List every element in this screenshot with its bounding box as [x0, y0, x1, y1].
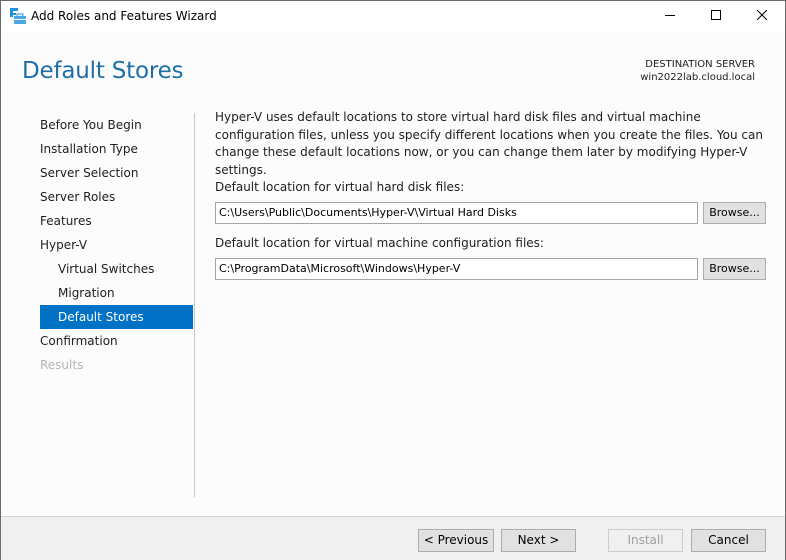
- maximize-icon: [711, 9, 721, 23]
- vhd-location-input[interactable]: C:\Users\Public\Documents\Hyper-V\Virtua…: [215, 202, 698, 224]
- vm-config-browse-button[interactable]: Browse...: [703, 258, 766, 280]
- nav-divider: [194, 113, 195, 497]
- nav-item-virtual-switches[interactable]: Virtual Switches: [40, 257, 193, 281]
- window-title: Add Roles and Features Wizard: [31, 9, 217, 23]
- wizard-nav: Before You Begin Installation Type Serve…: [40, 113, 193, 377]
- maximize-button[interactable]: [693, 1, 739, 31]
- wizard-window: Add Roles and Features Wizard Default St…: [0, 0, 786, 560]
- destination-server-info: DESTINATION SERVER win2022lab.cloud.loca…: [640, 58, 755, 84]
- minimize-button[interactable]: [647, 1, 693, 31]
- nav-item-server-roles[interactable]: Server Roles: [40, 185, 193, 209]
- server-manager-icon: [10, 8, 26, 24]
- nav-item-server-selection[interactable]: Server Selection: [40, 161, 193, 185]
- cancel-button[interactable]: Cancel: [691, 529, 766, 552]
- nav-item-installation-type[interactable]: Installation Type: [40, 137, 193, 161]
- title-bar[interactable]: Add Roles and Features Wizard: [1, 1, 785, 31]
- description-text: Hyper-V uses default locations to store …: [215, 110, 763, 177]
- nav-item-hyper-v[interactable]: Hyper-V: [40, 233, 193, 257]
- minimize-icon: [665, 9, 675, 23]
- vm-config-location-input[interactable]: C:\ProgramData\Microsoft\Windows\Hyper-V: [215, 258, 698, 280]
- nav-item-confirmation[interactable]: Confirmation: [40, 329, 193, 353]
- nav-item-migration[interactable]: Migration: [40, 281, 193, 305]
- destination-server-name: win2022lab.cloud.local: [640, 72, 755, 83]
- vhd-browse-button[interactable]: Browse...: [703, 202, 766, 224]
- previous-button[interactable]: < Previous: [418, 529, 494, 552]
- next-button[interactable]: Next >: [501, 529, 576, 552]
- vhd-location-label: Default location for virtual hard disk f…: [215, 180, 465, 194]
- destination-label: DESTINATION SERVER: [645, 59, 755, 70]
- nav-item-features[interactable]: Features: [40, 209, 193, 233]
- close-button[interactable]: [739, 1, 785, 31]
- close-icon: [756, 9, 768, 23]
- install-button: Install: [608, 529, 683, 552]
- page-title: Default Stores: [22, 58, 184, 84]
- vm-config-location-label: Default location for virtual machine con…: [215, 236, 544, 250]
- content-pane: Hyper-V uses default locations to store …: [215, 109, 767, 179]
- nav-item-default-stores[interactable]: Default Stores: [40, 305, 193, 329]
- nav-item-before-you-begin[interactable]: Before You Begin: [40, 113, 193, 137]
- wizard-footer: < Previous Next > Install Cancel: [1, 516, 785, 560]
- nav-item-results: Results: [40, 358, 84, 372]
